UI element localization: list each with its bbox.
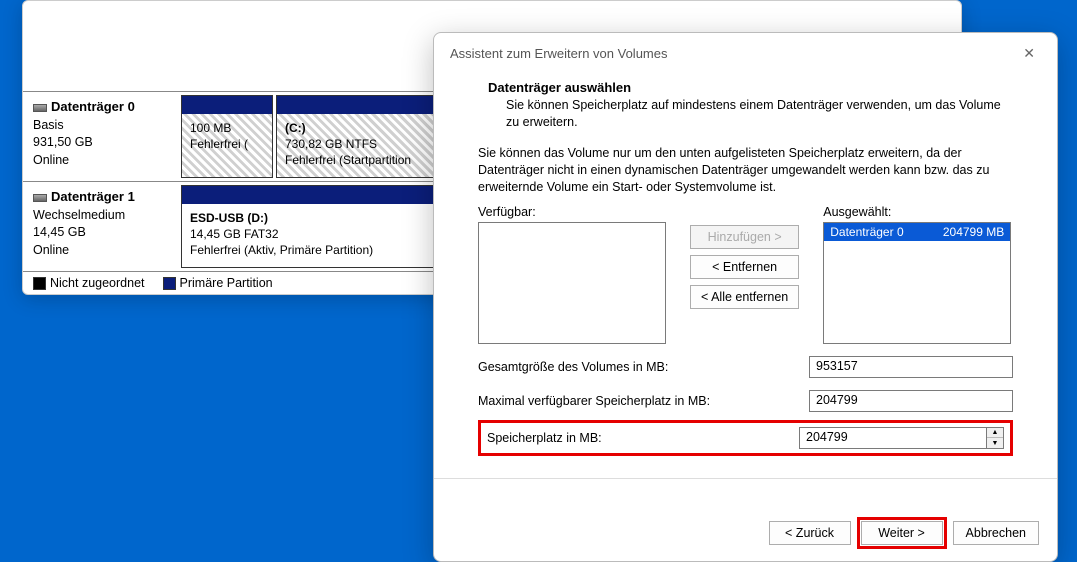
disk-size: 14,45 GB <box>33 224 168 242</box>
available-column: Verfügbar: <box>478 205 666 344</box>
legend-primary: Primäre Partition <box>163 276 273 290</box>
space-input-row: Speicherplatz in MB: 204799 ▲ ▼ <box>487 427 1004 449</box>
disk-status: Online <box>33 242 168 260</box>
selected-item-size: 204799 MB <box>943 225 1004 239</box>
legend-unallocated: Nicht zugeordnet <box>33 276 145 290</box>
disk-status: Online <box>33 152 168 170</box>
selected-listbox[interactable]: Datenträger 0 204799 MB <box>823 222 1011 344</box>
disk-info-0: Datenträger 0 Basis 931,50 GB Online <box>23 92 178 181</box>
selected-column: Ausgewählt: Datenträger 0 204799 MB <box>823 205 1011 344</box>
legend-unallocated-label: Nicht zugeordnet <box>50 276 145 290</box>
spinner-buttons: ▲ ▼ <box>987 427 1004 449</box>
wizard-heading: Datenträger auswählen <box>488 80 1013 95</box>
available-listbox[interactable] <box>478 222 666 344</box>
space-input-label: Speicherplatz in MB: <box>487 431 602 445</box>
next-button[interactable]: Weiter > <box>861 521 943 545</box>
disk-name: Datenträger 1 <box>51 189 135 204</box>
extend-volume-wizard: Assistent zum Erweitern von Volumes ✕ Da… <box>433 32 1058 562</box>
wizard-separator <box>434 478 1057 479</box>
disk-icon <box>33 104 47 112</box>
disk-name: Datenträger 0 <box>51 99 135 114</box>
disk-icon <box>33 194 47 202</box>
partition-status: Fehlerfrei ( <box>190 136 264 152</box>
back-button[interactable]: < Zurück <box>769 521 851 545</box>
legend-swatch-blue <box>163 277 176 290</box>
legend-primary-label: Primäre Partition <box>180 276 273 290</box>
wizard-subheading: Sie können Speicherplatz auf mindestens … <box>506 97 1013 131</box>
partition-size: 100 MB <box>190 120 264 136</box>
wizard-content: Datenträger auswählen Sie können Speiche… <box>434 72 1057 503</box>
disk-selection-area: Verfügbar: Hinzufügen > < Entfernen < Al… <box>478 205 1013 344</box>
partition-header <box>182 96 272 114</box>
total-size-value: 953157 <box>809 356 1013 378</box>
selected-label: Ausgewählt: <box>823 205 1011 219</box>
add-button[interactable]: Hinzufügen > <box>690 225 799 249</box>
remove-all-button[interactable]: < Alle entfernen <box>690 285 799 309</box>
wizard-explanation: Sie können das Volume nur um den unten a… <box>478 145 1013 196</box>
space-spinner: 204799 ▲ ▼ <box>799 427 1004 449</box>
wizard-footer: < Zurück Weiter > Abbrechen <box>434 503 1057 561</box>
legend-swatch-black <box>33 277 46 290</box>
cancel-button[interactable]: Abbrechen <box>953 521 1039 545</box>
wizard-titlebar: Assistent zum Erweitern von Volumes ✕ <box>434 33 1057 72</box>
selected-disk-item[interactable]: Datenträger 0 204799 MB <box>824 223 1010 241</box>
available-label: Verfügbar: <box>478 205 666 219</box>
space-input-highlight: Speicherplatz in MB: 204799 ▲ ▼ <box>478 420 1013 456</box>
close-icon[interactable]: ✕ <box>1017 43 1041 64</box>
disk-type: Basis <box>33 117 168 135</box>
disk-info-1: Datenträger 1 Wechselmedium 14,45 GB Onl… <box>23 182 178 271</box>
max-space-value: 204799 <box>809 390 1013 412</box>
max-space-row: Maximal verfügbarer Speicherplatz in MB:… <box>478 390 1013 412</box>
spinner-down-icon[interactable]: ▼ <box>987 438 1003 448</box>
spinner-up-icon[interactable]: ▲ <box>987 428 1003 438</box>
transfer-buttons: Hinzufügen > < Entfernen < Alle entferne… <box>690 205 799 344</box>
partition-system-reserved[interactable]: 100 MB Fehlerfrei ( <box>181 95 273 178</box>
total-size-row: Gesamtgröße des Volumes in MB: 953157 <box>478 356 1013 378</box>
disk-type: Wechselmedium <box>33 207 168 225</box>
wizard-title: Assistent zum Erweitern von Volumes <box>450 46 667 61</box>
total-size-label: Gesamtgröße des Volumes in MB: <box>478 360 668 374</box>
space-input[interactable]: 204799 <box>799 427 987 449</box>
disk-size: 931,50 GB <box>33 134 168 152</box>
max-space-label: Maximal verfügbarer Speicherplatz in MB: <box>478 394 710 408</box>
selected-item-name: Datenträger 0 <box>830 225 903 239</box>
remove-button[interactable]: < Entfernen <box>690 255 799 279</box>
